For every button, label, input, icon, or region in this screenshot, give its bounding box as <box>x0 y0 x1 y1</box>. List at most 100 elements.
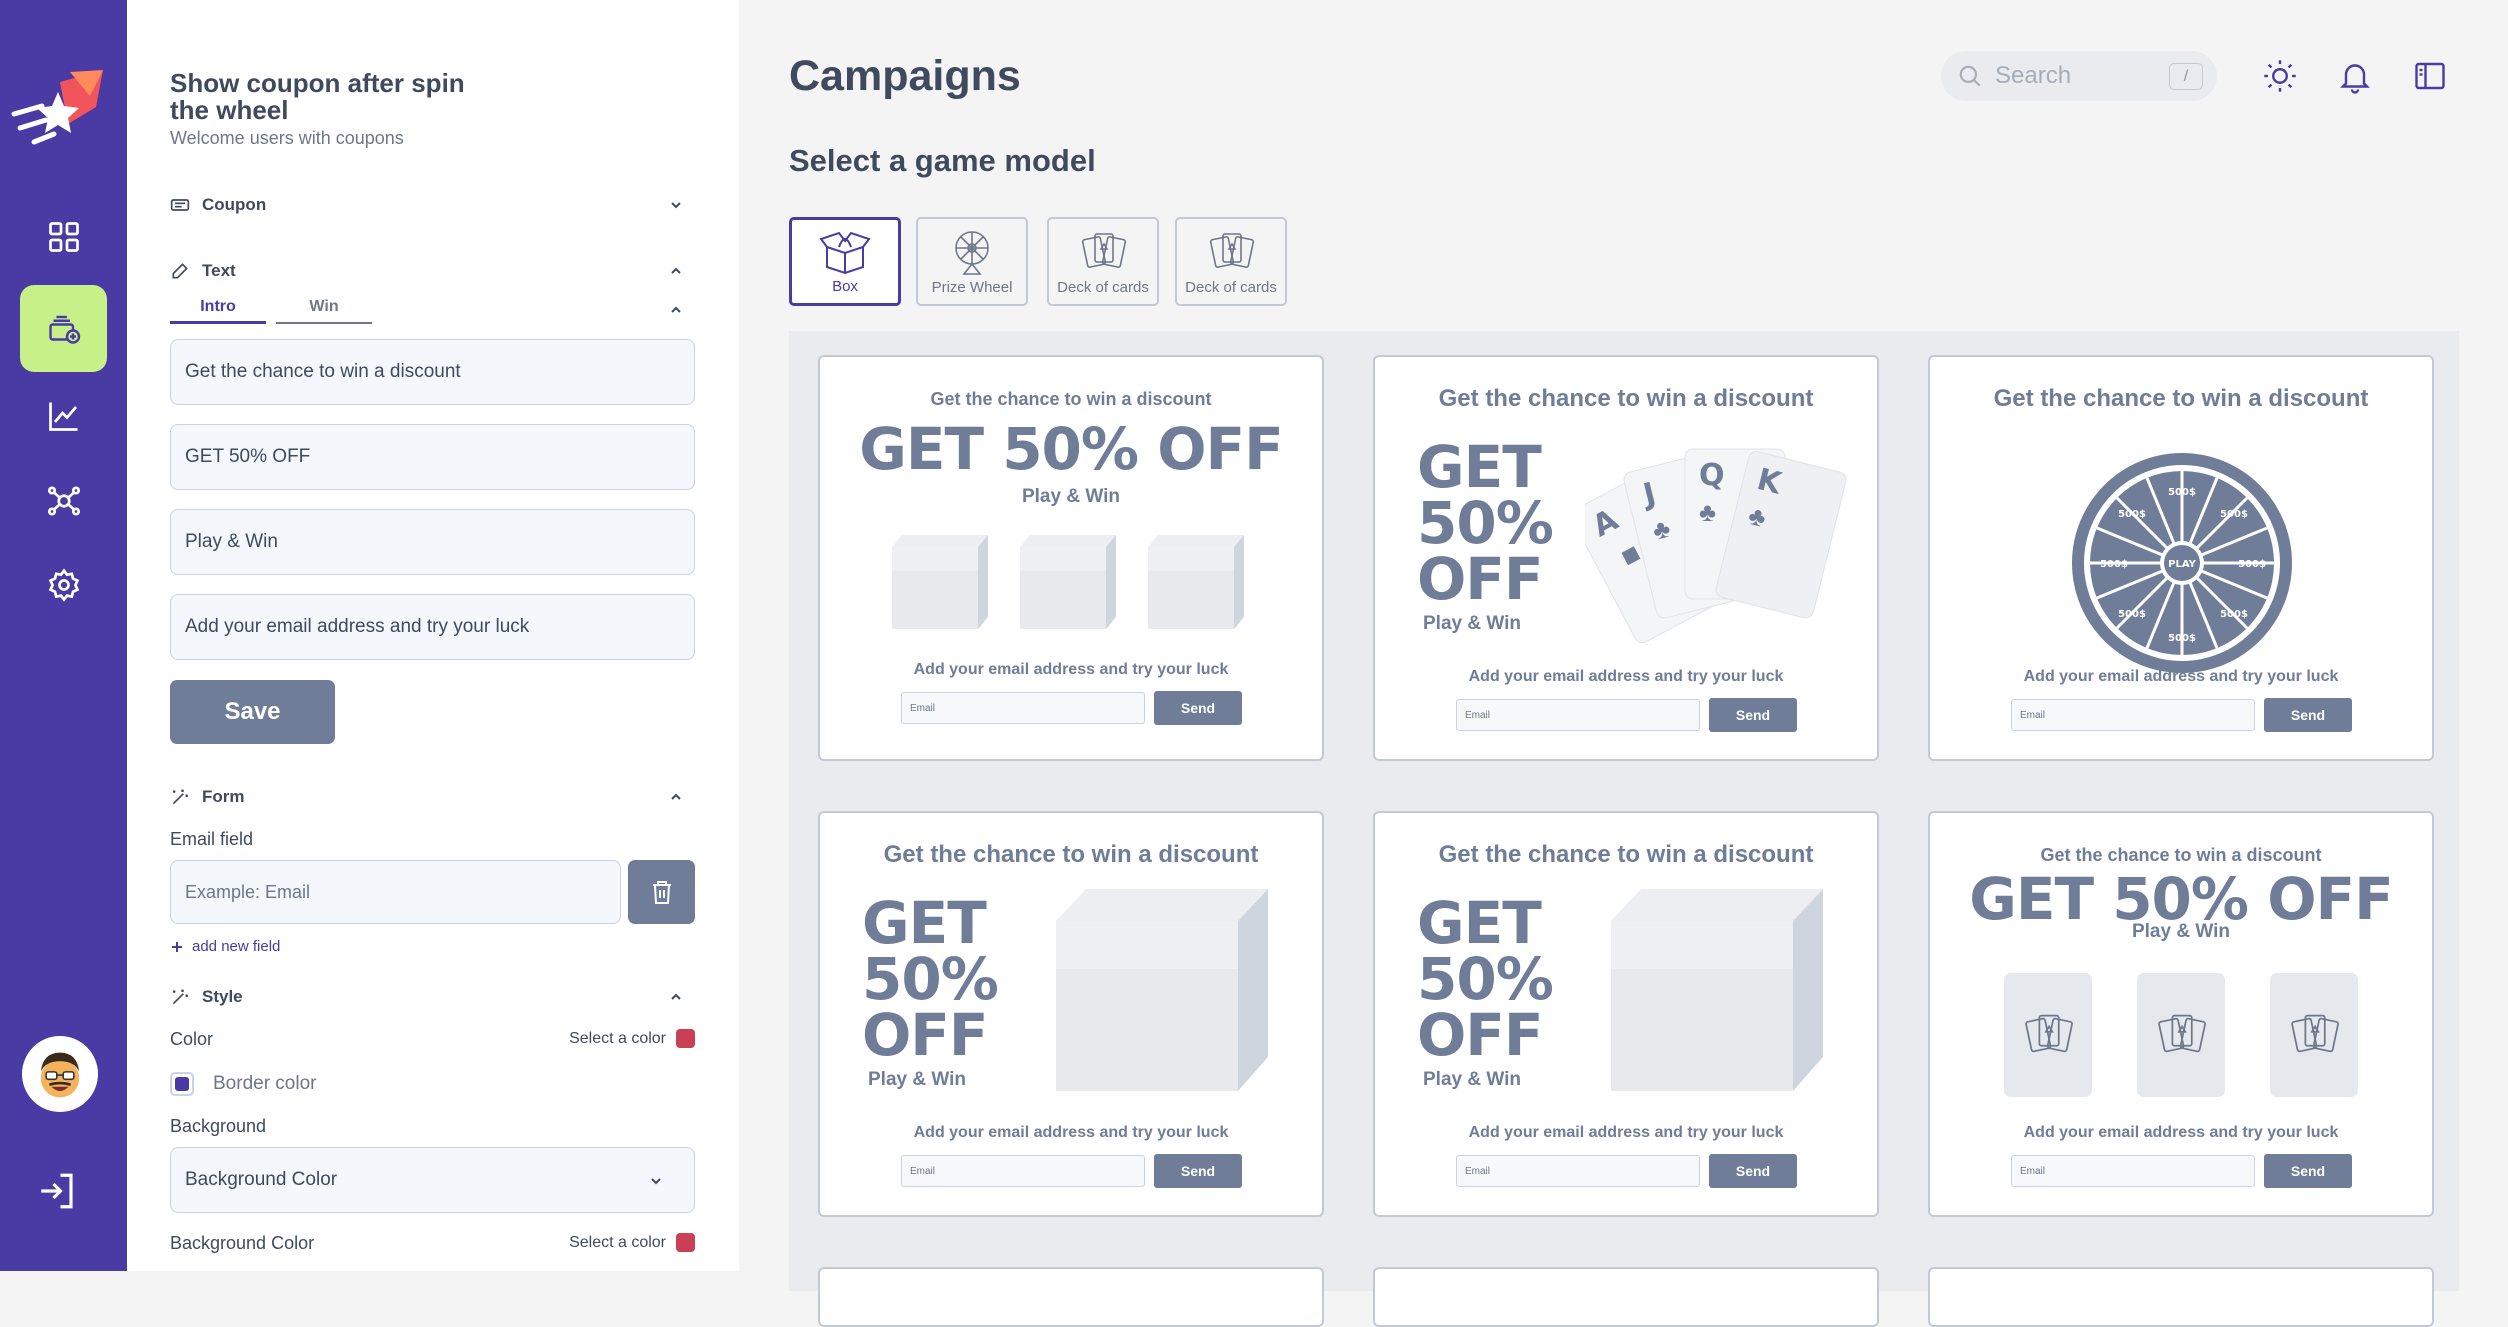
section-form[interactable]: Form <box>170 783 690 811</box>
intro-heading-input[interactable]: Get the chance to win a discount <box>170 339 695 405</box>
email-field-input[interactable]: Example: Email <box>170 860 621 924</box>
color-picker[interactable]: Select a color <box>569 1029 695 1048</box>
game-model-label: Deck of cards <box>1185 279 1277 296</box>
template-card[interactable]: Get the chance to win a discount GET 50%… <box>1928 811 2434 1217</box>
card-cta: Add your email address and try your luck <box>1468 668 1784 685</box>
game-model-prize-wheel[interactable]: Prize Wheel <box>916 217 1028 306</box>
intro-cta-input[interactable]: Add your email address and try your luck <box>170 594 695 660</box>
template-card[interactable] <box>1373 1267 1879 1327</box>
card-email-input[interactable]: Email <box>901 692 1145 724</box>
background-color-picker[interactable]: Select a color <box>569 1233 695 1252</box>
template-grid: Get the chance to win a discount GET 50%… <box>789 331 2459 1327</box>
chevron-down-icon[interactable] <box>668 197 684 213</box>
logout-icon[interactable] <box>36 1170 78 1212</box>
search-icon <box>1959 65 1981 87</box>
sidebar-item-analytics[interactable] <box>20 372 107 459</box>
tab-intro[interactable]: Intro <box>170 298 266 324</box>
template-card[interactable]: Get the chance to win a discount 500$ 50… <box>1928 355 2434 761</box>
card-offer-stack: GET 50% OFF <box>1417 438 1554 608</box>
sun-icon[interactable] <box>2262 58 2298 94</box>
section-text[interactable]: Text <box>170 257 690 285</box>
wheel-segment: 500$ <box>2220 509 2248 520</box>
card-send-button[interactable]: Send <box>1154 691 1242 725</box>
deck-tile <box>2137 973 2225 1097</box>
tab-win[interactable]: Win <box>276 298 372 324</box>
card-email-input[interactable]: Email <box>1456 1155 1700 1187</box>
grid-icon <box>48 221 79 252</box>
sidebar-item-integrations[interactable] <box>20 457 107 544</box>
card-offer: GET 50% OFF <box>859 415 1284 483</box>
intro-offer-input[interactable]: GET 50% OFF <box>170 424 695 490</box>
wheel-segment: 500$ <box>2118 509 2146 520</box>
chevron-up-icon[interactable] <box>668 989 684 1005</box>
card-email-input[interactable]: Email <box>2011 1155 2255 1187</box>
card-send-button[interactable]: Send <box>1709 1154 1797 1188</box>
playing-cards-icon <box>1209 233 1255 268</box>
game-model-deck-of-cards-2[interactable]: Deck of cards <box>1175 217 1287 306</box>
sidebar-item-settings[interactable] <box>20 541 107 628</box>
select-color-label: Select a color <box>569 1233 666 1251</box>
app-logo[interactable] <box>8 62 112 152</box>
section-title: Select a game model <box>789 143 1096 178</box>
card-tagline: Play & Win <box>1021 486 1120 507</box>
border-color-checkbox[interactable] <box>170 1072 194 1096</box>
color-swatch[interactable] <box>676 1233 695 1252</box>
add-new-field-link[interactable]: add new field <box>170 938 280 955</box>
user-avatar-icon <box>40 1052 80 1098</box>
plus-icon <box>172 941 182 952</box>
chevron-up-icon[interactable] <box>668 302 684 318</box>
color-swatch[interactable] <box>676 1029 695 1048</box>
card-heading: Get the chance to win a discount <box>2040 845 2322 865</box>
search-input[interactable]: Search / <box>1941 51 2217 101</box>
card-heading: Get the chance to win a discount <box>1438 385 1814 412</box>
avatar[interactable] <box>22 1036 98 1112</box>
campaign-settings-panel: Show coupon after spin the wheel Welcome… <box>127 0 739 1271</box>
card-send-button[interactable]: Send <box>2264 698 2352 732</box>
chevron-up-icon[interactable] <box>668 263 684 279</box>
background-select-value: Background Color <box>185 1169 338 1190</box>
intro-tagline-input[interactable]: Play & Win <box>170 509 695 575</box>
template-card[interactable] <box>1928 1267 2434 1327</box>
playing-cards-icon <box>2158 1014 2206 1053</box>
template-card[interactable] <box>818 1267 1324 1327</box>
select-color-label: Select a color <box>569 1029 666 1047</box>
template-card[interactable]: Get the chance to win a discount GET 50%… <box>818 811 1324 1217</box>
background-select[interactable]: Background Color <box>170 1147 695 1213</box>
delete-field-button[interactable] <box>628 860 695 924</box>
card-tagline: Play & Win <box>1423 613 1522 634</box>
mystery-box-illustration <box>1056 889 1268 1091</box>
add-new-field-label: add new field <box>192 938 281 955</box>
card-send-button[interactable]: Send <box>1154 1154 1242 1188</box>
game-model-deck-of-cards-1[interactable]: Deck of cards <box>1047 217 1159 306</box>
card-send-button[interactable]: Send <box>1709 698 1797 732</box>
template-card[interactable]: Get the chance to win a discount GET 50%… <box>1373 355 1879 761</box>
edit-icon <box>172 263 188 279</box>
template-card[interactable]: Get the chance to win a discount GET 50%… <box>818 355 1324 761</box>
card-email-input[interactable]: Email <box>1456 699 1700 731</box>
svg-text:♣: ♣ <box>1699 497 1716 527</box>
section-coupon[interactable]: Coupon <box>170 191 690 219</box>
prize-wheel-icon <box>955 231 989 275</box>
game-model-label: Deck of cards <box>1057 279 1149 296</box>
trash-icon <box>652 881 671 904</box>
panel-title: Show coupon after spin the wheel <box>170 68 465 125</box>
sidebar-item-campaigns[interactable] <box>20 285 107 372</box>
save-button[interactable]: Save <box>170 680 335 744</box>
game-model-box[interactable]: Box <box>789 217 901 306</box>
game-model-label: Box <box>832 278 858 295</box>
panel-subtitle: Welcome users with coupons <box>170 128 404 148</box>
sidebar-item-dashboard[interactable] <box>20 193 107 280</box>
section-style[interactable]: Style <box>170 983 690 1011</box>
card-cta: Add your email address and try your luck <box>2023 1124 2339 1141</box>
chevron-up-icon[interactable] <box>668 789 684 805</box>
card-email-input[interactable]: Email <box>2011 699 2255 731</box>
gift-box-icon <box>819 231 871 275</box>
card-email-input[interactable]: Email <box>901 1155 1145 1187</box>
deck-tile <box>2270 973 2358 1097</box>
deck-tile <box>2004 973 2092 1097</box>
card-send-button[interactable]: Send <box>2264 1154 2352 1188</box>
sidebar-toggle-icon[interactable] <box>2412 58 2448 94</box>
bell-icon[interactable] <box>2337 58 2373 94</box>
wheel-segment: 500$ <box>2168 487 2196 498</box>
template-card[interactable]: Get the chance to win a discount GET 50%… <box>1373 811 1879 1217</box>
